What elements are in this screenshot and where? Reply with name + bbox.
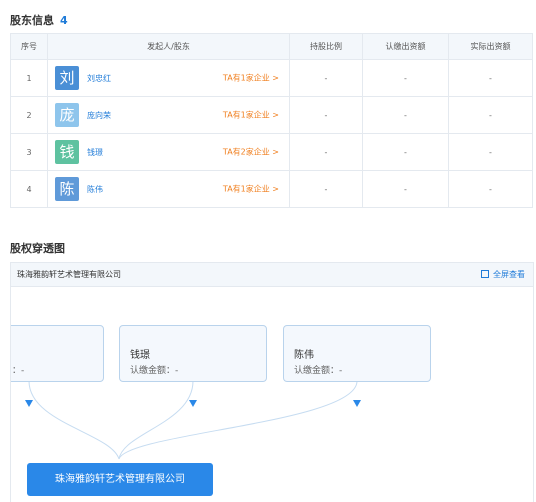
shareholder-title-text: 股东信息: [10, 14, 54, 27]
ratio-cell: -: [289, 170, 363, 208]
row-index: 3: [10, 133, 48, 171]
paid-cell: -: [448, 133, 533, 171]
row-index: 2: [10, 96, 48, 134]
col-header-paid: 实际出资额: [448, 33, 533, 60]
table-header-row: 序号 发起人/股东 持股比例 认缴出资额 实际出资额: [10, 33, 533, 60]
col-header-shareholder: 发起人/股东: [47, 33, 290, 60]
shareholder-cell: 刘刘忠红 TA有1家企业 >: [47, 59, 290, 97]
avatar[interactable]: 钱: [55, 140, 79, 164]
subscribed-cell: -: [362, 96, 449, 134]
row-index: 4: [10, 170, 48, 208]
ratio-cell: -: [289, 133, 363, 171]
shareholder-node[interactable]: 陈伟 认缴金额：-: [283, 325, 431, 382]
target-company-node[interactable]: 珠海雅韵轩艺术管理有限公司: [27, 463, 213, 496]
shareholder-name-link[interactable]: 钱璟: [87, 147, 103, 158]
table-row: 3 钱钱璟 TA有2家企业 > - - -: [10, 133, 533, 171]
shareholder-name-link[interactable]: 庞向荣: [87, 110, 111, 121]
table-row: 2 庞庞向荣 TA有1家企业 > - - -: [10, 96, 533, 134]
equity-section-title: 股权穿透图: [10, 242, 65, 255]
avatar[interactable]: 刘: [55, 66, 79, 90]
subscribed-cell: -: [362, 133, 449, 171]
shareholder-section-title: 股东信息 4: [10, 12, 68, 28]
shareholder-node[interactable]: ：-: [11, 325, 104, 382]
node-name: 陈伟: [294, 350, 314, 361]
node-amount: 认缴金额：-: [130, 366, 179, 376]
row-index: 1: [10, 59, 48, 97]
paid-cell: -: [448, 170, 533, 208]
shareholder-cell: 钱钱璟 TA有2家企业 >: [47, 133, 290, 171]
col-header-subscribed: 认缴出资额: [362, 33, 449, 60]
shareholder-cell: 庞庞向荣 TA有1家企业 >: [47, 96, 290, 134]
ta-companies-link[interactable]: TA有2家企业 >: [223, 147, 279, 158]
ta-companies-link[interactable]: TA有1家企业 >: [223, 110, 279, 121]
shareholder-table: 序号 发起人/股东 持股比例 认缴出资额 实际出资额 1 刘刘忠红 TA有1家企…: [10, 33, 533, 208]
shareholder-name-link[interactable]: 陈伟: [87, 184, 103, 195]
shareholder-name-link[interactable]: 刘忠红: [87, 73, 111, 84]
col-header-ratio: 持股比例: [289, 33, 363, 60]
avatar[interactable]: 陈: [55, 177, 79, 201]
paid-cell: -: [448, 59, 533, 97]
ta-companies-link[interactable]: TA有1家企业 >: [223, 73, 279, 84]
table-row: 1 刘刘忠红 TA有1家企业 > - - -: [10, 59, 533, 97]
shareholder-count: 4: [60, 14, 68, 27]
table-row: 4 陈陈伟 TA有1家企业 > - - -: [10, 170, 533, 208]
shareholder-node[interactable]: 钱璟 认缴金额：-: [119, 325, 267, 382]
subscribed-cell: -: [362, 170, 449, 208]
node-amount: 认缴金额：-: [294, 366, 343, 376]
ratio-cell: -: [289, 96, 363, 134]
subscribed-cell: -: [362, 59, 449, 97]
node-name: 钱璟: [130, 350, 150, 361]
ratio-cell: -: [289, 59, 363, 97]
avatar[interactable]: 庞: [55, 103, 79, 127]
shareholder-cell: 陈陈伟 TA有1家企业 >: [47, 170, 290, 208]
equity-chart-panel: 珠海雅韵轩艺术管理有限公司 全屏查看 ：- 钱璟 认缴金额：- 陈伟 认缴金额：…: [10, 262, 534, 502]
col-header-index: 序号: [10, 33, 48, 60]
node-amount: ：-: [12, 366, 25, 376]
paid-cell: -: [448, 96, 533, 134]
ta-companies-link[interactable]: TA有1家企业 >: [223, 184, 279, 195]
